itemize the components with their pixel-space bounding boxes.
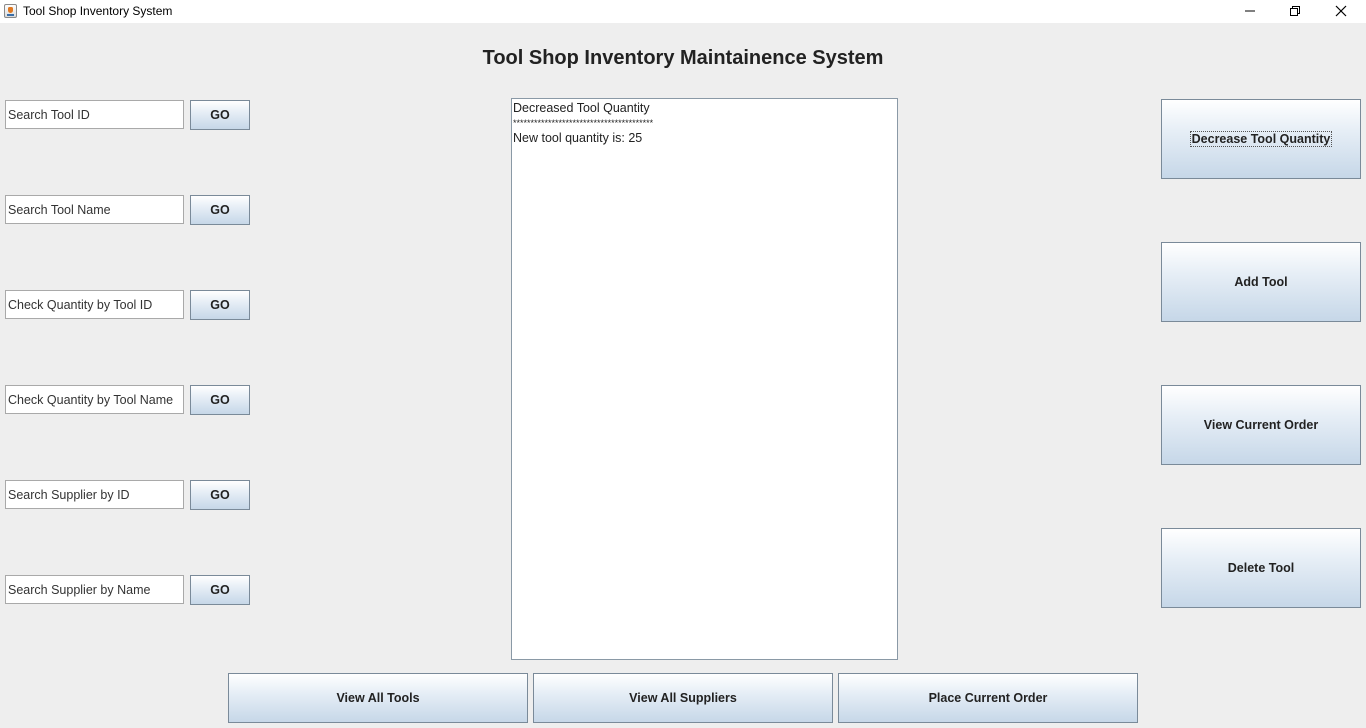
check-quantity-by-id-go-button[interactable]: GO (190, 290, 250, 320)
search-supplier-id-go-button[interactable]: GO (190, 480, 250, 510)
java-cup-icon (4, 4, 17, 18)
window-title: Tool Shop Inventory System (23, 4, 173, 18)
restore-button[interactable] (1272, 0, 1318, 23)
place-current-order-button[interactable]: Place Current Order (838, 673, 1138, 723)
search-tool-name-input[interactable] (5, 195, 184, 224)
view-all-suppliers-button[interactable]: View All Suppliers (533, 673, 833, 723)
view-current-order-button[interactable]: View Current Order (1161, 385, 1361, 465)
decrease-tool-quantity-label: Decrease Tool Quantity (1189, 131, 1333, 147)
search-supplier-name-go-button[interactable]: GO (190, 575, 250, 605)
restore-icon (1290, 6, 1300, 16)
delete-tool-button[interactable]: Delete Tool (1161, 528, 1361, 608)
close-button[interactable] (1318, 0, 1364, 23)
add-tool-button[interactable]: Add Tool (1161, 242, 1361, 322)
output-text-area[interactable]: Decreased Tool Quantity ****************… (511, 98, 898, 660)
output-separator: **************************************** (513, 118, 654, 128)
check-quantity-by-id-input[interactable] (5, 290, 184, 319)
minimize-button[interactable] (1227, 0, 1273, 23)
decrease-tool-quantity-button[interactable]: Decrease Tool Quantity (1161, 99, 1361, 179)
check-quantity-by-name-input[interactable] (5, 385, 184, 414)
output-line: Decreased Tool Quantity (513, 101, 650, 115)
search-tool-name-go-button[interactable]: GO (190, 195, 250, 225)
search-supplier-name-input[interactable] (5, 575, 184, 604)
search-supplier-id-input[interactable] (5, 480, 184, 509)
title-bar: Tool Shop Inventory System (0, 0, 1366, 23)
check-quantity-by-name-go-button[interactable]: GO (190, 385, 250, 415)
search-tool-id-go-button[interactable]: GO (190, 100, 250, 130)
minimize-icon (1245, 10, 1255, 12)
close-icon (1335, 5, 1347, 17)
page-title: Tool Shop Inventory Maintainence System (482, 47, 884, 69)
view-all-tools-button[interactable]: View All Tools (228, 673, 528, 723)
search-tool-id-input[interactable] (5, 100, 184, 129)
output-line: New tool quantity is: 25 (513, 131, 643, 145)
